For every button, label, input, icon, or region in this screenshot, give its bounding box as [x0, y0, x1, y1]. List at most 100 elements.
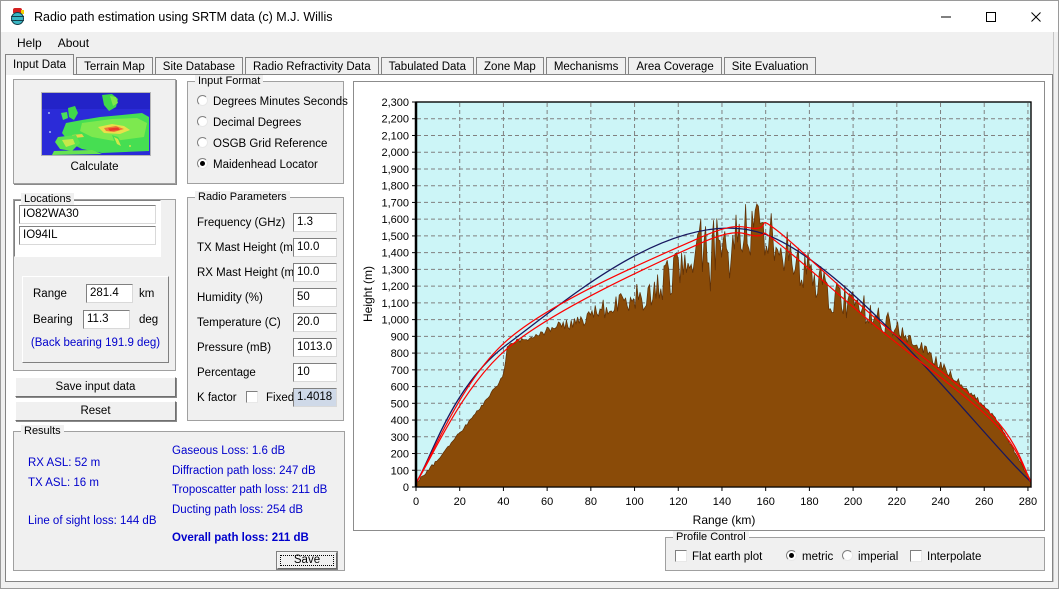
radio-decimal-degrees[interactable]: Decimal Degrees [197, 115, 301, 131]
radio-label: Maidenhead Locator [213, 159, 318, 171]
interpolate-label: Interpolate [927, 551, 982, 563]
imperial-radio[interactable]: imperial [842, 549, 898, 565]
tx-mast-height-label: TX Mast Height (m) [197, 242, 297, 254]
terrain-profile-chart[interactable]: 0 100 200 300 400 500 600 700 800 900 1,000 1,100 1,… [353, 81, 1045, 531]
x-tick-label: 220 [888, 496, 906, 508]
y-tick-label: 800 [391, 348, 409, 360]
rx-asl-result: RX ASL: 52 m [28, 457, 101, 469]
window-right-edge [1053, 32, 1058, 588]
save-input-data-button[interactable]: Save input data [15, 377, 176, 397]
y-tick-label: 200 [391, 449, 409, 461]
bearing-label: Bearing [33, 314, 73, 326]
x-tick-label: 200 [844, 496, 862, 508]
x-tick-label: 140 [713, 496, 731, 508]
tab-mechanisms[interactable]: Mechanisms [545, 57, 627, 75]
y-tick-label: 1,300 [381, 264, 409, 276]
tab-zone-map[interactable]: Zone Map [476, 57, 544, 75]
bearing-input[interactable]: 11.3 [83, 310, 130, 329]
y-tick-label: 900 [391, 331, 409, 343]
input-format-title: Input Format [195, 75, 264, 87]
y-tick-label: 1,000 [381, 315, 409, 327]
tab-site-evaluation[interactable]: Site Evaluation [723, 57, 817, 75]
tab-site-database[interactable]: Site Database [154, 57, 244, 75]
x-tick-label: 20 [454, 496, 466, 508]
x-tick-label: 60 [541, 496, 553, 508]
radio-button-icon-selected [786, 550, 797, 561]
locations-group: Locations IO82WA30 IO94IL Range 281.4 km… [13, 193, 176, 371]
x-tick-label: 180 [800, 496, 818, 508]
radio-label: OSGB Grid Reference [213, 138, 328, 150]
radio-osgb-grid-reference[interactable]: OSGB Grid Reference [197, 136, 327, 152]
minimize-button[interactable] [923, 1, 968, 32]
ducting-path-loss-result: Ducting path loss: 254 dB [172, 504, 304, 516]
tx-asl-result: TX ASL: 16 m [28, 477, 99, 489]
metric-radio[interactable]: metric [786, 549, 833, 565]
x-tick-label: 100 [625, 496, 643, 508]
radio-parameters-group: Radio Parameters Frequency (GHz) 1.3 TX … [187, 191, 344, 421]
overall-path-loss-result: Overall path loss: 211 dB [172, 532, 309, 544]
k-factor-label: K factor [197, 392, 237, 404]
imperial-label: imperial [858, 551, 899, 563]
calculate-button[interactable]: Calculate [13, 79, 176, 184]
profile-control-group: Profile Control Flat earth plot metric i… [665, 531, 1045, 571]
radio-maidenhead-locator[interactable]: Maidenhead Locator [197, 157, 318, 173]
x-tick-label: 120 [669, 496, 687, 508]
range-input[interactable]: 281.4 [86, 284, 133, 303]
checkbox-icon [910, 550, 922, 562]
x-tick-label: 80 [585, 496, 597, 508]
x-tick-label: 40 [497, 496, 509, 508]
reset-button[interactable]: Reset [15, 401, 176, 421]
tab-tabulated-data[interactable]: Tabulated Data [380, 57, 475, 75]
calculate-label: Calculate [70, 161, 119, 173]
line-of-sight-loss-result: Line of sight loss: 144 dB [28, 515, 157, 527]
window-bottom-edge [1, 582, 1058, 588]
window-title: Radio path estimation using SRTM data (c… [34, 9, 333, 24]
chart-svg: 01002003004005006007008009001,0001,1001,… [354, 82, 1044, 530]
rx-mast-height-input[interactable]: 10.0 [293, 263, 337, 282]
save-results-button[interactable]: Save [277, 552, 337, 569]
x-tick-label: 260 [975, 496, 993, 508]
menu-bar: Help About [1, 32, 1058, 53]
temperature-input[interactable]: 20.0 [293, 313, 337, 332]
app-window: Radio path estimation using SRTM data (c… [0, 0, 1059, 589]
pressure-label: Pressure (mB) [197, 342, 272, 354]
radio-button-icon-selected [197, 158, 208, 169]
interpolate-checkbox[interactable]: Interpolate [910, 549, 981, 565]
menu-item-help[interactable]: Help [9, 34, 50, 52]
location-2-input[interactable]: IO94IL [19, 226, 156, 245]
tab-area-coverage[interactable]: Area Coverage [628, 57, 722, 75]
location-1-input[interactable]: IO82WA30 [19, 205, 156, 224]
flat-earth-plot-label: Flat earth plot [692, 551, 763, 563]
y-tick-label: 1,200 [381, 281, 409, 293]
y-tick-label: 700 [391, 365, 409, 377]
k-factor-value-input[interactable]: 1.4018 [293, 388, 337, 407]
results-title: Results [21, 425, 64, 437]
humidity-input[interactable]: 50 [293, 288, 337, 307]
radio-degrees-minutes-seconds[interactable]: Degrees Minutes Seconds [197, 94, 348, 110]
flat-earth-plot-checkbox[interactable]: Flat earth plot [675, 549, 762, 565]
radio-button-icon [197, 137, 208, 148]
tab-input-data[interactable]: Input Data [5, 54, 75, 75]
x-tick-label: 280 [1019, 496, 1037, 508]
tab-terrain-map[interactable]: Terrain Map [76, 57, 153, 75]
k-factor-fixed-label: Fixed [266, 392, 295, 404]
percentage-input[interactable]: 10 [293, 363, 337, 382]
maximize-button[interactable] [968, 1, 1013, 32]
menu-item-about[interactable]: About [50, 34, 97, 52]
metric-label: metric [802, 551, 834, 563]
frequency-input[interactable]: 1.3 [293, 213, 337, 232]
close-button[interactable] [1013, 1, 1058, 32]
europe-elevation-map-thumbnail [41, 92, 151, 156]
humidity-label: Humidity (%) [197, 292, 263, 304]
save-results-label: Save [293, 554, 321, 566]
x-tick-label: 240 [931, 496, 949, 508]
radio-globe-icon [9, 7, 27, 26]
tx-mast-height-input[interactable]: 10.0 [293, 238, 337, 257]
tab-radio-refractivity-data[interactable]: Radio Refractivity Data [245, 57, 379, 75]
pressure-input[interactable]: 1013.0 [293, 338, 337, 357]
y-tick-label: 600 [391, 382, 409, 394]
k-factor-fixed-checkbox[interactable] [246, 391, 263, 404]
y-tick-label: 1,100 [381, 298, 409, 310]
y-tick-label: 100 [391, 465, 409, 477]
input-format-group: Input Format Degrees Minutes Seconds Dec… [187, 75, 348, 184]
